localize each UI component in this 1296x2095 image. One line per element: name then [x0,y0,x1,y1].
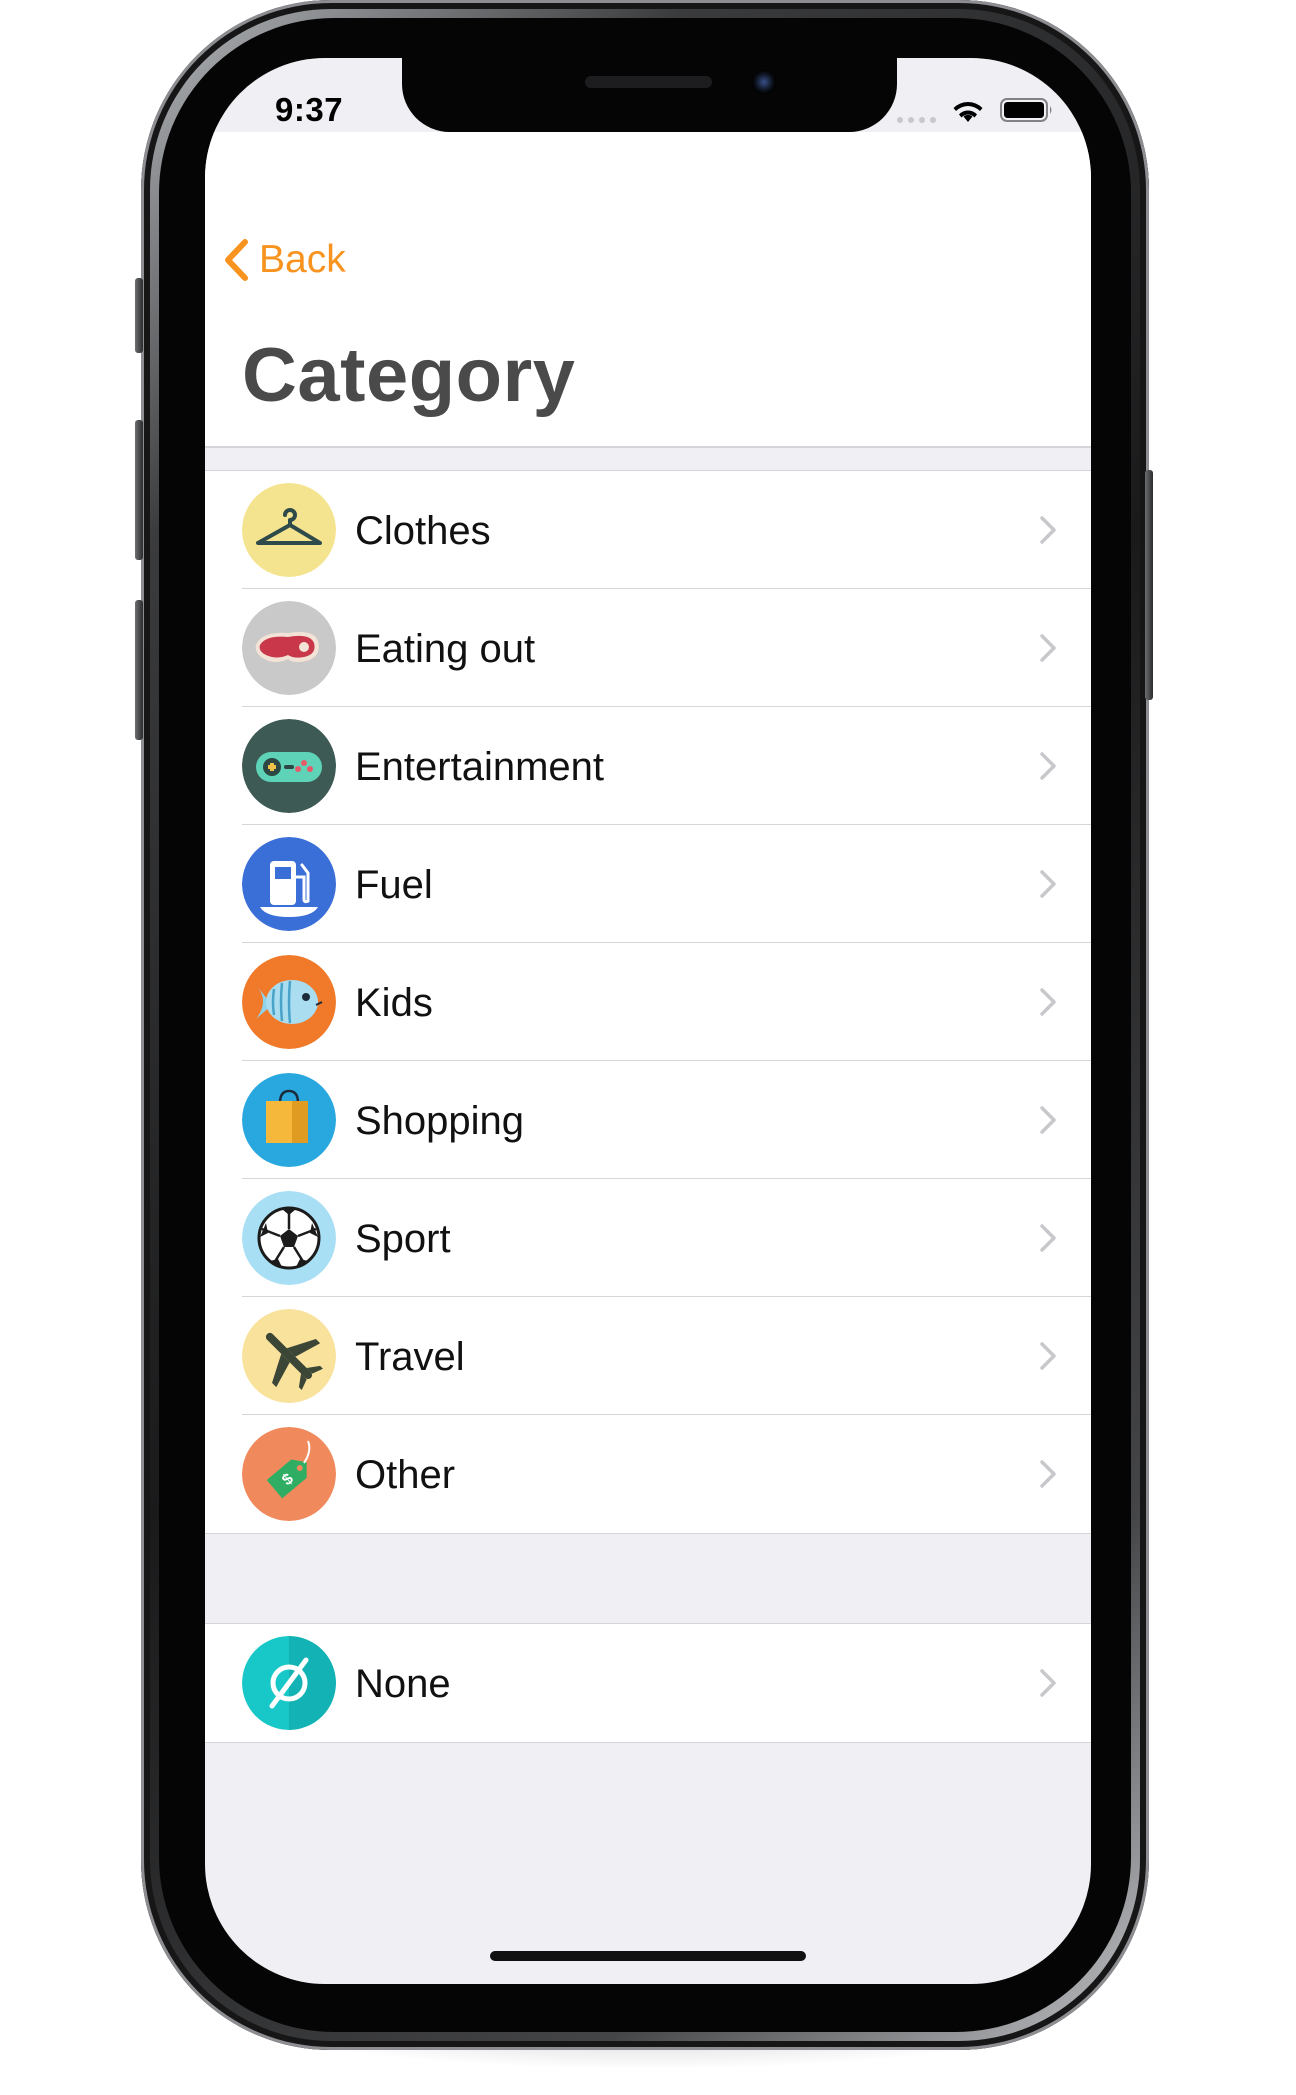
list-item-eating-out[interactable]: Eating out [205,589,1091,707]
chevron-left-icon [225,239,248,281]
volume-up-button [135,420,143,560]
chevron-right-icon [1040,1106,1056,1134]
none-section: None [205,1623,1091,1743]
list-item-label: Clothes [355,509,491,553]
fish-icon [242,955,336,1049]
list-item-label: None [355,1662,451,1706]
back-label: Back [259,238,346,281]
battery-icon [1000,98,1052,122]
soccer-ball-icon [242,1191,336,1285]
list-item-label: Travel [355,1335,465,1379]
list-item-label: Fuel [355,863,433,907]
airplane-icon [242,1309,336,1403]
chevron-right-icon [1040,988,1056,1016]
fuel-pump-icon [242,837,336,931]
list-item-kids[interactable]: Kids [205,943,1091,1061]
hanger-icon [242,483,336,577]
status-time: 9:37 [275,91,344,128]
steak-icon [242,601,336,695]
earpiece-speaker [585,76,712,88]
list-item-other[interactable]: $ Other [205,1415,1091,1533]
notch [402,58,897,132]
wifi-icon [953,102,983,122]
chevron-right-icon [1040,1342,1056,1370]
silent-switch [135,278,143,353]
list-item-label: Kids [355,981,433,1025]
gamepad-icon [242,719,336,813]
volume-down-button [135,600,143,740]
screen: 9:37 Back Category Clothes Eating out En… [205,58,1091,1984]
shopping-bag-icon [242,1073,336,1167]
empty-set-icon [242,1636,336,1730]
home-indicator[interactable] [490,1951,806,1961]
chevron-right-icon [1040,634,1056,662]
list-item-shopping[interactable]: Shopping [205,1061,1091,1179]
list-item-label: Other [355,1453,456,1497]
chevron-right-icon [1040,752,1056,780]
list-item-label: Shopping [355,1099,525,1143]
chevron-right-icon [1040,516,1056,544]
list-item-label: Eating out [355,627,536,671]
list-item-entertainment[interactable]: Entertainment [205,707,1091,825]
price-tag-icon: $ [242,1427,336,1521]
chevron-right-icon [1040,1224,1056,1252]
cellular-signal-icon [897,117,936,123]
list-item-fuel[interactable]: Fuel [205,825,1091,943]
power-button [1145,470,1153,700]
list-item-label: Sport [355,1217,451,1261]
list-item-none[interactable]: None [205,1624,1091,1742]
front-camera [752,70,776,94]
list-item-label: Entertainment [355,745,605,789]
navigation-bar: Back Category [205,132,1091,448]
chevron-right-icon [1040,1669,1056,1697]
chevron-right-icon [1040,870,1056,898]
page-title: Category [242,333,576,418]
category-list: Clothes Eating out Entertainment Fuel Ki… [205,470,1091,1534]
list-item-travel[interactable]: Travel [205,1297,1091,1415]
list-item-sport[interactable]: Sport [205,1179,1091,1297]
list-item-clothes[interactable]: Clothes [205,471,1091,589]
chevron-right-icon [1040,1460,1056,1488]
back-button[interactable]: Back [223,238,346,282]
